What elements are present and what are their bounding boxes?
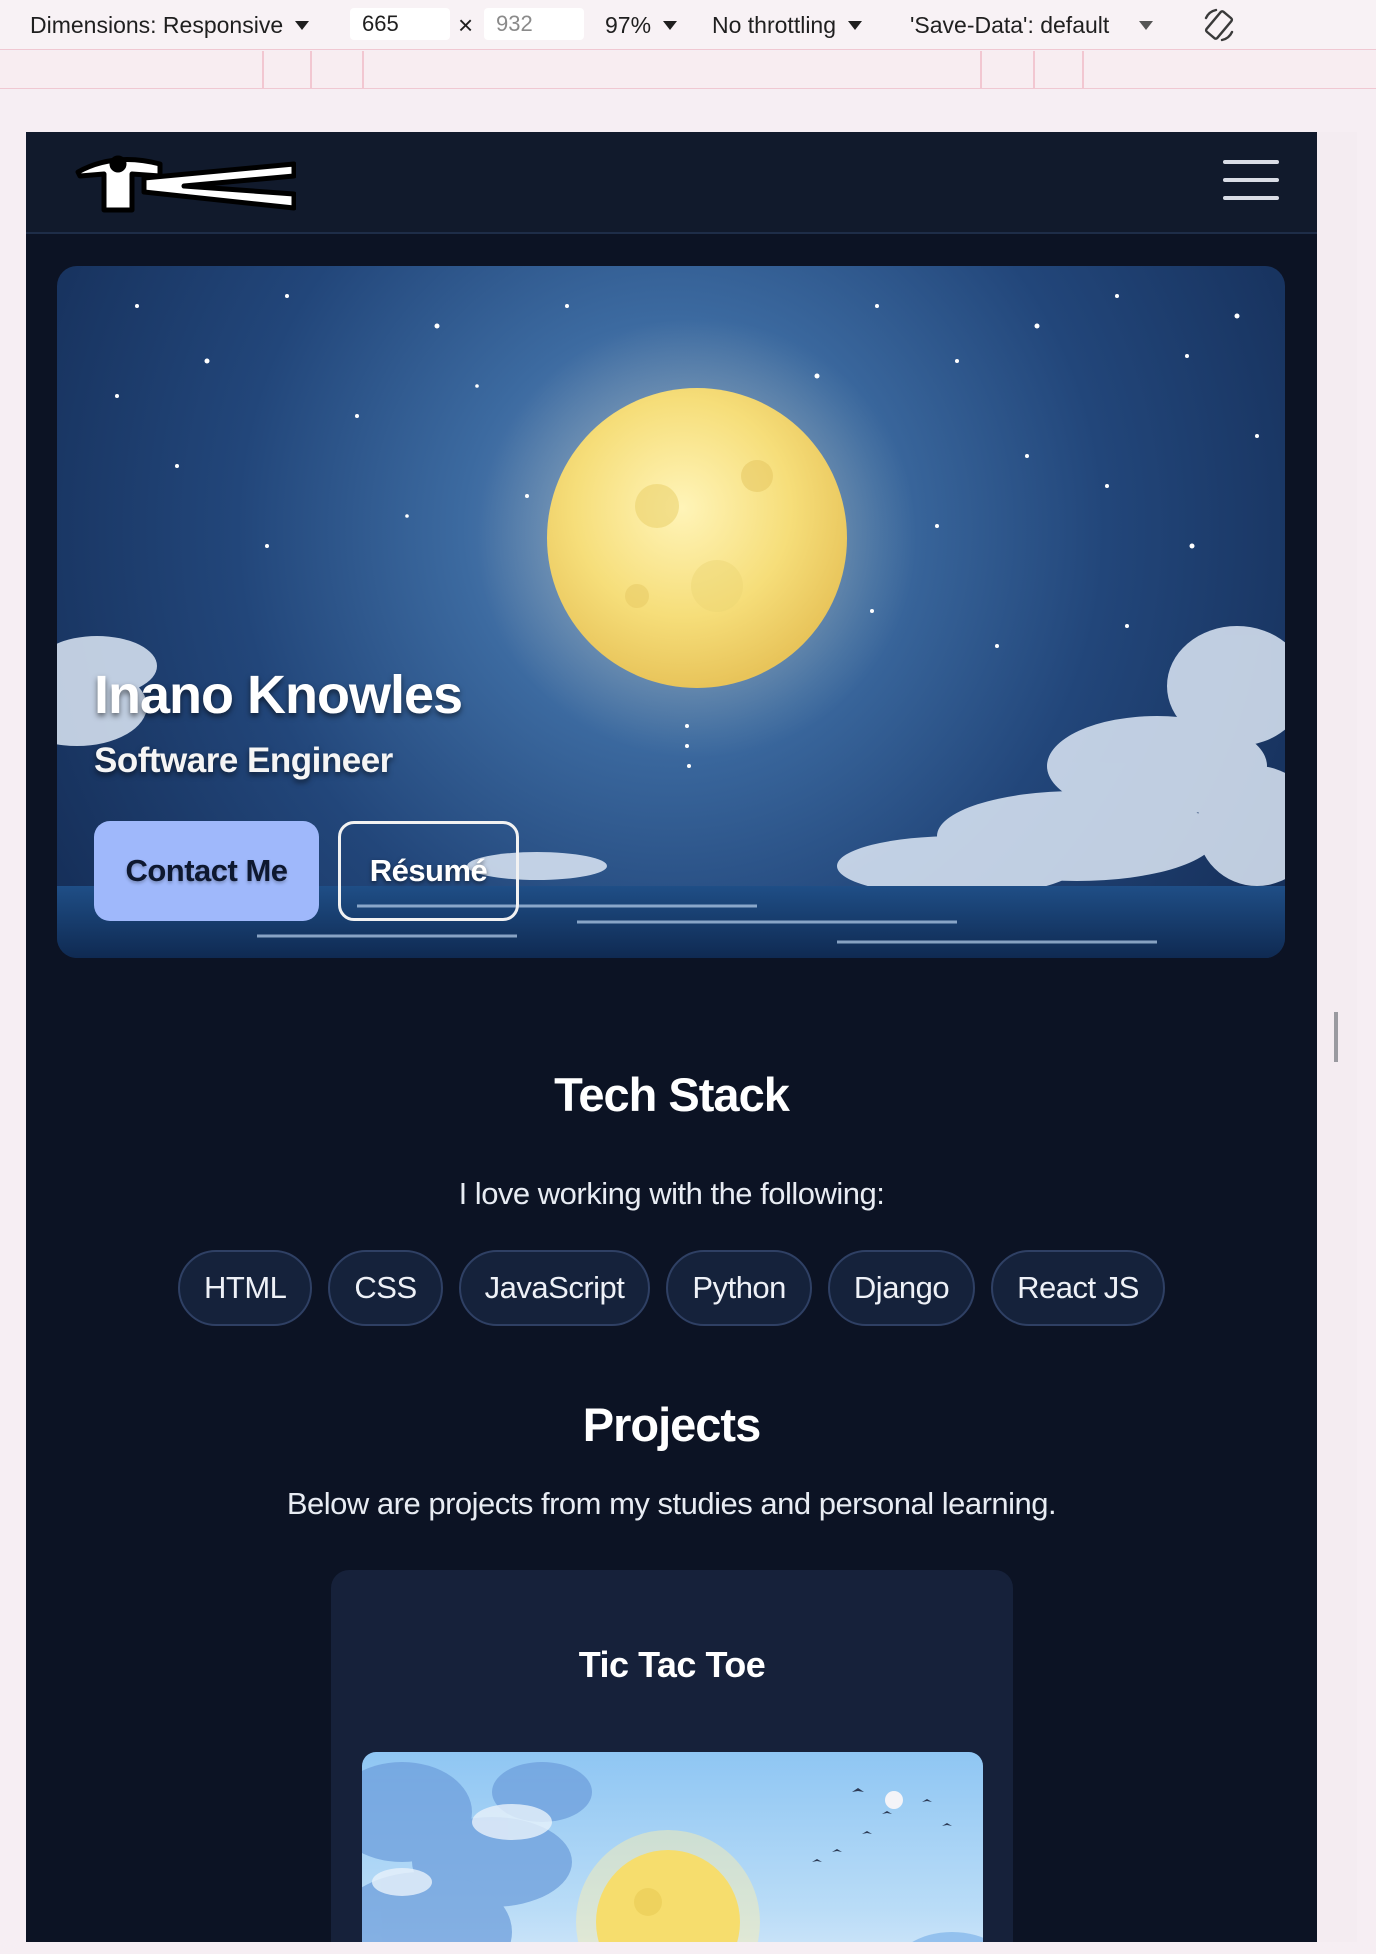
ruler-tick [362,51,364,89]
ruler-tick [262,51,264,89]
site-logo[interactable] [74,150,296,216]
hero-banner: Inano Knowles Software Engineer Contact … [57,266,1285,958]
save-data-dropdown[interactable]: 'Save-Data': default [910,0,1154,50]
save-data-label: 'Save-Data': default [910,11,1110,38]
tech-chip-django: Django [827,1250,976,1326]
ruler-tick [980,51,982,89]
devtools-device-toolbar: Dimensions: Responsive 665 × 932 97% No … [0,0,1376,50]
zoom-label: 97% [605,11,652,38]
chevron-down-icon [1139,20,1154,30]
height-input[interactable]: 932 [484,8,584,40]
emulated-viewport: Inano Knowles Software Engineer Contact … [26,132,1317,1942]
contact-me-button[interactable]: Contact Me [94,821,319,921]
menu-icon[interactable] [1223,160,1279,204]
chevron-down-icon [295,20,310,30]
projects-title: Projects [582,1398,761,1451]
chevron-down-icon [848,20,863,30]
media-query-ruler [0,51,1376,89]
project-title: Tic Tac Toe [578,1644,766,1685]
hero-role: Software Engineer [94,741,393,780]
throttling-label: No throttling [712,11,837,38]
tech-chip-react: React JS [991,1250,1165,1326]
chevron-down-icon [663,20,678,30]
dimensions-label: Dimensions: Responsive [30,11,284,38]
times-icon: × [458,10,474,40]
tech-stack-intro: I love working with the following: [458,1176,885,1211]
tech-chip-javascript: JavaScript [458,1250,651,1326]
hero-name: Inano Knowles [94,665,463,725]
throttling-dropdown[interactable]: No throttling [712,0,863,50]
resume-button[interactable]: Résumé [338,821,519,921]
tech-stack-title: Tech Stack [554,1068,790,1121]
ruler-tick [1082,51,1084,89]
site-header [26,132,1317,234]
zoom-dropdown[interactable]: 97% [605,0,678,50]
project-thumbnail[interactable] [362,1752,983,1942]
ruler-tick [310,51,312,89]
projects-intro: Below are projects from my studies and p… [286,1486,1057,1521]
project-moon-illustration [362,1762,983,1942]
viewport-resize-handle[interactable] [1334,1012,1338,1062]
tech-chip-css: CSS [328,1250,443,1326]
tech-stack-list: HTML CSS JavaScript Python Django React … [26,1250,1317,1326]
rotate-device-icon[interactable] [1200,6,1238,44]
tech-chip-python: Python [666,1250,812,1326]
dimensions-dropdown[interactable]: Dimensions: Responsive [30,0,310,50]
tech-chip-html: HTML [178,1250,313,1326]
project-card[interactable]: Tic Tac Toe [331,1570,1013,1942]
ruler-tick [1033,51,1035,89]
width-input[interactable]: 665 [350,8,450,40]
